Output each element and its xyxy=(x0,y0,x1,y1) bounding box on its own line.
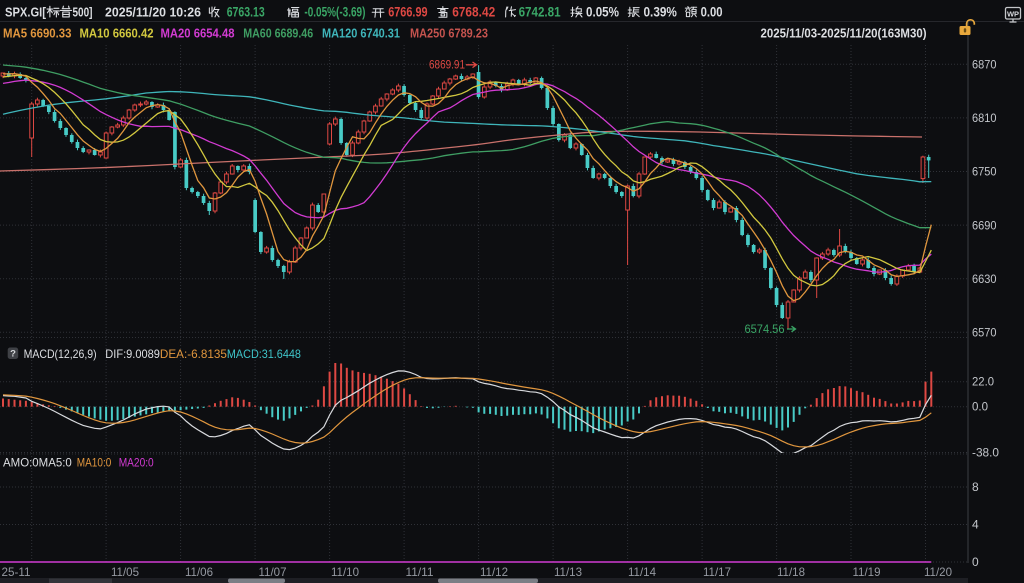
svg-text:0.0: 0.0 xyxy=(972,400,988,414)
svg-text:500]: 500] xyxy=(73,5,93,20)
svg-text:11/11: 11/11 xyxy=(406,565,434,579)
svg-text:11/20: 11/20 xyxy=(924,565,952,579)
svg-text:0.39%: 0.39% xyxy=(644,5,677,20)
svg-text:6750: 6750 xyxy=(972,165,997,179)
svg-text:11/13: 11/13 xyxy=(554,565,582,579)
svg-text:MACD(12,26,9): MACD(12,26,9) xyxy=(24,347,97,361)
svg-text:6570: 6570 xyxy=(972,326,997,340)
svg-text:MA5 6690.33: MA5 6690.33 xyxy=(3,27,72,41)
svg-text:11/19: 11/19 xyxy=(853,565,881,579)
svg-text:2025/11/20 10:26: 2025/11/20 10:26 xyxy=(105,5,201,20)
svg-text:11/17: 11/17 xyxy=(703,565,731,579)
svg-text:6810: 6810 xyxy=(972,111,997,125)
svg-text:SPX.GI[: SPX.GI[ xyxy=(5,5,47,20)
svg-text:6768.42: 6768.42 xyxy=(452,5,495,20)
svg-text:-38.0: -38.0 xyxy=(972,446,999,460)
svg-text:MA20 6654.48: MA20 6654.48 xyxy=(161,27,235,41)
svg-text:6766.99: 6766.99 xyxy=(388,5,427,20)
svg-text:MA60 6689.46: MA60 6689.46 xyxy=(243,27,313,41)
svg-text:11/10: 11/10 xyxy=(331,565,359,579)
svg-text:0.00: 0.00 xyxy=(701,5,723,20)
svg-text:MA20:0: MA20:0 xyxy=(119,456,154,470)
svg-text:6763.13: 6763.13 xyxy=(227,5,265,20)
svg-text:6574.56: 6574.56 xyxy=(745,324,785,336)
svg-text:11/05: 11/05 xyxy=(111,565,139,579)
svg-text:11/18: 11/18 xyxy=(777,565,805,579)
svg-text:25-11: 25-11 xyxy=(2,565,31,579)
svg-text:AMO:0MA5:0: AMO:0MA5:0 xyxy=(3,456,72,470)
svg-text:11/07: 11/07 xyxy=(259,565,287,579)
svg-text:11/14: 11/14 xyxy=(628,565,656,579)
svg-text:11/12: 11/12 xyxy=(480,565,508,579)
svg-text:22.0: 22.0 xyxy=(972,375,994,389)
svg-text:6870: 6870 xyxy=(972,58,997,72)
svg-text:DIF:9.0089: DIF:9.0089 xyxy=(105,347,160,361)
svg-text:0.05%: 0.05% xyxy=(586,5,619,20)
svg-text:MA10 6660.42: MA10 6660.42 xyxy=(80,27,154,41)
svg-text:2025/11/03-2025/11/20(163M30): 2025/11/03-2025/11/20(163M30) xyxy=(761,27,927,41)
svg-text:8: 8 xyxy=(972,480,979,494)
svg-text:6630: 6630 xyxy=(972,272,997,286)
svg-text:?: ? xyxy=(10,349,16,360)
svg-text:MA10:0: MA10:0 xyxy=(77,456,112,470)
svg-text:11/06: 11/06 xyxy=(185,565,213,579)
svg-text:6690: 6690 xyxy=(972,218,997,232)
svg-text:-0.05%(-3.69): -0.05%(-3.69) xyxy=(304,5,365,20)
svg-text:MA120 6740.31: MA120 6740.31 xyxy=(322,27,400,41)
svg-text:4: 4 xyxy=(972,518,979,532)
svg-text:DEA:-6.8135: DEA:-6.8135 xyxy=(160,347,227,361)
svg-text:0: 0 xyxy=(972,555,979,569)
svg-text:WP: WP xyxy=(1007,10,1019,19)
svg-text:6869.91: 6869.91 xyxy=(429,60,465,72)
svg-text:MACD:31.6448: MACD:31.6448 xyxy=(227,347,301,361)
svg-text:MA250 6789.23: MA250 6789.23 xyxy=(410,27,488,41)
svg-text:6742.81: 6742.81 xyxy=(519,5,561,20)
